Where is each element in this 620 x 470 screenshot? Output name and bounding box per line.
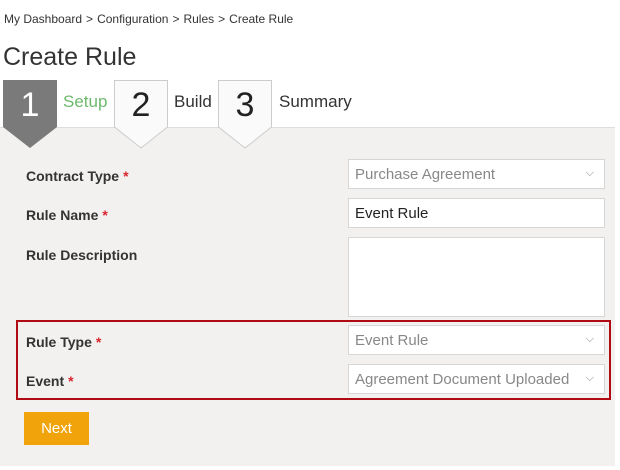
- step-number: 2: [114, 86, 168, 125]
- step-label-setup[interactable]: Setup: [63, 92, 107, 112]
- rule-name-label: Rule Name*: [26, 207, 108, 223]
- breadcrumb-rules[interactable]: Rules: [183, 12, 214, 26]
- page-title: Create Rule: [3, 43, 136, 72]
- rule-name-input[interactable]: Event Rule: [348, 198, 605, 228]
- step-number: 3: [218, 86, 272, 125]
- breadcrumb: My Dashboard > Configuration > Rules > Create …: [4, 12, 297, 26]
- step-1-setup[interactable]: 1: [3, 80, 57, 148]
- breadcrumb-separator: >: [86, 12, 93, 26]
- breadcrumb-separator: >: [172, 12, 179, 26]
- breadcrumb-dashboard[interactable]: My Dashboard: [4, 12, 82, 26]
- step-number: 1: [3, 86, 57, 125]
- chevron-down-icon: ⌵: [586, 167, 594, 180]
- rule-type-label: Rule Type*: [26, 334, 101, 350]
- rule-type-select[interactable]: Event Rule⌵: [348, 325, 605, 355]
- contract-type-select[interactable]: Purchase Agreement⌵: [348, 159, 605, 189]
- chevron-down-icon: ⌵: [586, 333, 594, 346]
- event-select[interactable]: Agreement Document Uploaded⌵: [348, 364, 605, 394]
- step-label-summary[interactable]: Summary: [279, 92, 352, 112]
- step-3-summary[interactable]: 3: [218, 80, 272, 148]
- breadcrumb-current: Create Rule: [229, 12, 293, 26]
- rule-description-label: Rule Description: [26, 247, 137, 263]
- step-2-build[interactable]: 2: [114, 80, 168, 148]
- chevron-down-icon: ⌵: [586, 372, 594, 385]
- next-button[interactable]: Next: [24, 412, 89, 445]
- breadcrumb-separator: >: [218, 12, 225, 26]
- contract-type-label: Contract Type*: [26, 168, 129, 184]
- breadcrumb-configuration[interactable]: Configuration: [97, 12, 168, 26]
- rule-description-textarea[interactable]: [348, 237, 605, 317]
- event-label: Event*: [26, 373, 74, 389]
- step-label-build[interactable]: Build: [174, 92, 212, 112]
